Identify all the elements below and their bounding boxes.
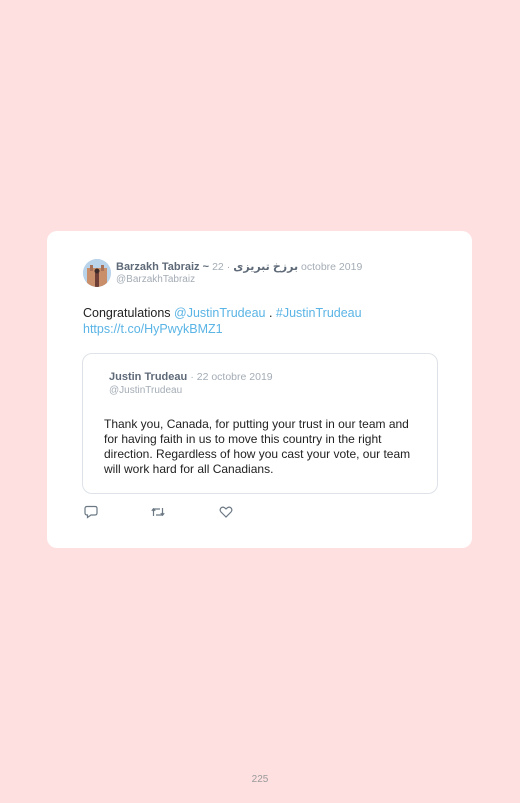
mention-link[interactable]: @JustinTrudeau — [174, 306, 265, 320]
tweet-card: Barzakh Tabraiz ~ برزخ تبریزی · 22 octob… — [47, 231, 472, 548]
quoted-author-handle[interactable]: @JustinTrudeau — [109, 385, 182, 396]
author-avatar[interactable] — [83, 259, 111, 287]
like-icon[interactable] — [218, 504, 234, 520]
url-link[interactable]: https://t.co/HyPwykBMZ1 — [83, 322, 223, 336]
author-name[interactable]: Barzakh Tabraiz ~ برزخ تبریزی — [116, 261, 298, 273]
tweet-text-sep: . — [265, 306, 276, 320]
quoted-author-line: Justin Trudeau · 22 octobre 2019 — [109, 371, 273, 383]
tweet-text: Congratulations @JustinTrudeau . #Justin… — [83, 306, 413, 337]
quoted-text: Thank you, Canada, for putting your trus… — [104, 417, 411, 476]
quoted-tweet[interactable]: Justin Trudeau · 22 octobre 2019 @Justin… — [82, 353, 438, 494]
quoted-author-name[interactable]: Justin Trudeau — [109, 371, 187, 383]
retweet-icon[interactable] — [150, 504, 166, 520]
author-line: Barzakh Tabraiz ~ برزخ تبریزی · 22 octob… — [116, 261, 363, 273]
page-number: 225 — [251, 774, 269, 785]
reply-icon[interactable] — [83, 504, 99, 520]
hashtag-link[interactable]: #JustinTrudeau — [276, 306, 362, 320]
tweet-text-start: Congratulations — [83, 306, 175, 320]
quoted-date[interactable]: 22 octobre 2019 — [197, 371, 273, 383]
author-handle[interactable]: @BarzakhTabraiz — [116, 274, 195, 285]
